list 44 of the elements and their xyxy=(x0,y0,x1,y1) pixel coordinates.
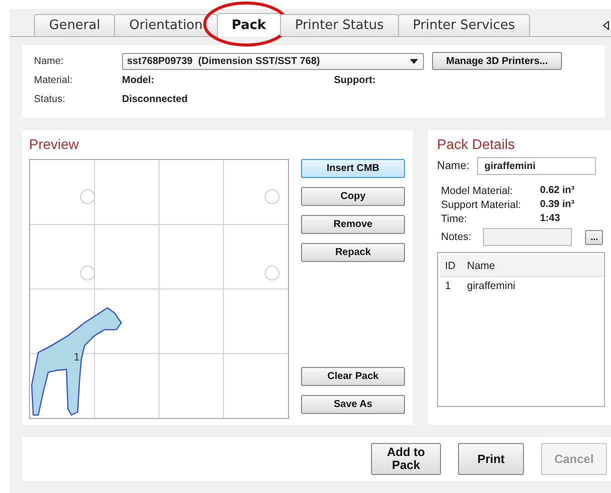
tab[interactable]: General xyxy=(34,14,116,36)
printer-dropdown[interactable]: sst768P09739 (Dimension SST/SST 768) xyxy=(122,52,424,70)
stat-value: 0.39 in³ xyxy=(540,199,576,211)
status-label: Status: xyxy=(34,94,66,105)
tab[interactable]: Printer Services xyxy=(398,14,530,36)
tab[interactable]: Pack xyxy=(216,13,281,37)
notes-label: Notes: xyxy=(441,231,472,243)
table-cell-text: 1 xyxy=(444,280,452,292)
panel-title: Preview xyxy=(29,136,79,152)
pack-name-field[interactable]: giraffemini xyxy=(477,157,596,175)
preview-button[interactable]: Copy xyxy=(301,187,405,206)
name-label: Name: xyxy=(34,56,64,66)
caret-icon xyxy=(410,58,418,64)
stat-label: Model Material: xyxy=(441,185,514,197)
notes-field[interactable] xyxy=(483,228,572,246)
part-number: 1 xyxy=(74,351,80,364)
column-header[interactable]: ID xyxy=(439,260,467,272)
giraffe-shape[interactable] xyxy=(31,307,122,416)
name-label: Name: xyxy=(437,160,470,172)
tab[interactable]: Printer Status xyxy=(280,14,399,36)
status-value: Disconnected xyxy=(122,94,189,105)
preview-button[interactable]: Insert CMB xyxy=(301,159,405,178)
footer-button[interactable]: Print xyxy=(458,443,524,475)
material-label: Material: xyxy=(34,75,74,86)
scroll-left-icon[interactable] xyxy=(603,21,609,30)
preview-button[interactable]: Save As xyxy=(301,395,405,414)
marker-circle xyxy=(264,266,280,281)
manage-printers-button[interactable]: Manage 3D Printers... xyxy=(432,52,562,70)
footer-button[interactable]: Add to Pack xyxy=(371,443,441,475)
stat-label: Support Material: xyxy=(441,199,522,211)
stat-value: 0.62 in³ xyxy=(540,185,576,197)
preview-button[interactable]: Clear Pack xyxy=(301,367,405,386)
support-label: Support: xyxy=(334,75,377,86)
marker-circle xyxy=(264,189,280,204)
preview-button[interactable]: Repack xyxy=(301,243,405,262)
model-label: Model: xyxy=(122,75,156,86)
preview-button[interactable]: Remove xyxy=(301,215,405,234)
stat-label: Time: xyxy=(441,213,468,225)
panel-title: Pack Details xyxy=(437,136,515,152)
column-header[interactable]: Name xyxy=(467,260,496,272)
table-cell: giraffemini xyxy=(467,280,516,292)
browse-button[interactable]: ... xyxy=(585,230,604,244)
stat-value: 1:43 xyxy=(540,213,562,225)
tab[interactable]: Orientation xyxy=(114,14,218,36)
